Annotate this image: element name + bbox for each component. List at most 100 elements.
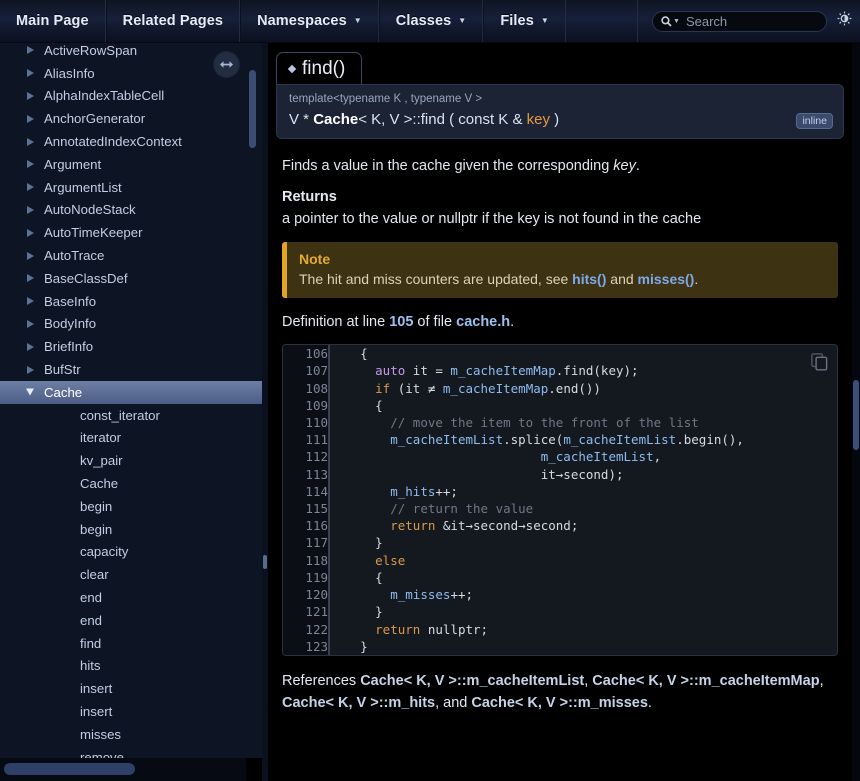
code-line-number[interactable]: 116 [283,517,330,535]
code-token[interactable]: m_cacheItemList [563,432,676,447]
sidebar-item-insert[interactable]: insert [0,677,262,700]
chevron-right-icon[interactable] [27,114,34,123]
sidebar-item-argumentlist[interactable]: ArgumentList [0,176,262,199]
nav-tab-namespaces[interactable]: Namespaces ▼ [240,0,379,42]
sidebar-item-autonodestack[interactable]: AutoNodeStack [0,199,262,222]
chevron-down-icon[interactable]: ▼ [354,17,362,25]
code-line-number[interactable]: 107 [283,362,330,380]
code-token[interactable]: m_cacheItemList [541,449,654,464]
sidebar-item-anchorgenerator[interactable]: AnchorGenerator [0,107,262,130]
chevron-right-icon[interactable] [27,69,34,78]
code-token[interactable]: m_cacheItemMap [450,363,555,378]
code-token[interactable]: m_cacheItemMap [443,381,548,396]
code-line-number[interactable]: 120 [283,586,330,604]
code-line-number[interactable]: 106 [283,345,330,363]
sidebar-item-end[interactable]: end [0,586,262,609]
sidebar-item-baseinfo[interactable]: BaseInfo [0,290,262,313]
code-line-number[interactable]: 113 [283,465,330,483]
note-link-misses[interactable]: misses() [638,271,695,287]
brightness-toggle-icon[interactable] [837,11,852,31]
sidebar-item-cache[interactable]: Cache [0,380,262,404]
chevron-right-icon[interactable] [27,297,34,306]
code-line-number[interactable]: 119 [283,568,330,587]
chevron-right-icon[interactable] [27,228,34,237]
nav-tab-main-page[interactable]: Main Page [0,0,106,42]
sidebar-item-autotrace[interactable]: AutoTrace [0,244,262,267]
chevron-right-icon[interactable] [27,46,34,55]
chevron-right-icon[interactable] [27,183,34,192]
code-line-number[interactable]: 109 [283,396,330,415]
nav-tab-related-pages[interactable]: Related Pages [105,0,241,42]
sidebar-item-annotatedindexcontext[interactable]: AnnotatedIndexContext [0,130,262,153]
reference-link[interactable]: Cache< K, V >::m_hits [282,695,435,711]
sidebar-item-find[interactable]: find [0,632,262,655]
panel-splitter-grip[interactable] [263,555,267,569]
search-dropdown-caret-icon[interactable]: ▼ [673,18,680,25]
code-line-number[interactable]: 118 [283,551,330,569]
horizontal-resize-icon[interactable] [214,52,239,77]
chevron-right-icon[interactable] [27,274,34,283]
search-box[interactable]: ▼ [652,10,827,32]
sidebar-item-begin[interactable]: begin [0,495,262,518]
chevron-down-icon[interactable]: ▼ [541,17,549,25]
chevron-right-icon[interactable] [27,91,34,100]
chevron-right-icon[interactable] [27,319,34,328]
sidebar-item-bufstr[interactable]: BufStr [0,358,262,381]
search-icon[interactable] [661,15,672,27]
chevron-right-icon[interactable] [27,137,34,146]
chevron-right-icon[interactable] [27,251,34,260]
sidebar-item-misses[interactable]: misses [0,723,262,746]
sidebar-item-baseclassdef[interactable]: BaseClassDef [0,267,262,290]
code-token: .begin(), [676,432,744,448]
chevron-down-icon[interactable]: ▼ [458,17,466,25]
member-title-tab[interactable]: find() [276,52,363,85]
sidebar-item-argument[interactable]: Argument [0,153,262,176]
sidebar-item-hits[interactable]: hits [0,655,262,678]
code-line-number[interactable]: 112 [283,448,330,466]
code-line-number[interactable]: 121 [283,603,330,621]
copy-to-clipboard-icon[interactable] [811,353,828,376]
sidebar-item-cache[interactable]: Cache [0,472,262,495]
sidebar-item-capacity[interactable]: capacity [0,541,262,564]
code-line-number[interactable]: 114 [283,482,330,501]
sidebar-item-alphaindextablecell[interactable]: AlphaIndexTableCell [0,85,262,108]
sidebar-item-end[interactable]: end [0,609,262,632]
sidebar-item-kv_pair[interactable]: kv_pair [0,449,262,472]
sidebar-horizontal-scrollbar-thumb[interactable] [4,763,135,775]
chevron-right-icon[interactable] [27,160,34,169]
chevron-down-icon[interactable] [26,388,34,396]
sidebar-item-remove[interactable]: remove [0,746,262,758]
sidebar-item-briefinfo[interactable]: BriefInfo [0,335,262,358]
sidebar-item-const_iterator[interactable]: const_iterator [0,404,262,427]
code-line-number[interactable]: 111 [283,431,330,449]
sidebar-item-bodyinfo[interactable]: BodyInfo [0,313,262,336]
reference-link[interactable]: Cache< K, V >::m_cacheItemList [360,673,584,689]
sidebar-item-insert[interactable]: insert [0,700,262,723]
signature-class-name[interactable]: Cache [313,111,358,128]
sidebar-item-begin[interactable]: begin [0,518,262,541]
chevron-right-icon[interactable] [27,365,34,374]
note-link-hits[interactable]: hits() [572,271,606,287]
search-input[interactable] [685,13,811,29]
nav-tab-classes[interactable]: Classes ▼ [378,0,484,42]
chevron-right-icon[interactable] [27,205,34,214]
sidebar-item-iterator[interactable]: iterator [0,427,262,450]
reference-link[interactable]: Cache< K, V >::m_misses [471,695,648,711]
definition-file-link[interactable]: cache.h [456,314,510,330]
code-token[interactable]: m_cacheItemList [390,432,503,447]
reference-link[interactable]: Cache< K, V >::m_cacheItemMap [592,673,819,689]
code-token[interactable]: m_hits [390,484,435,499]
page-vertical-scrollbar-thumb[interactable] [853,380,859,450]
code-line-number[interactable]: 123 [283,637,330,655]
chevron-right-icon[interactable] [27,342,34,351]
nav-tab-files[interactable]: Files ▼ [483,0,566,42]
code-line-number[interactable]: 108 [283,379,330,397]
sidebar-vertical-scrollbar-thumb[interactable] [249,70,256,148]
code-line-number[interactable]: 122 [283,620,330,638]
code-line-number[interactable]: 117 [283,534,330,552]
code-line-number[interactable]: 110 [283,414,330,432]
code-token[interactable]: m_misses [390,587,450,602]
sidebar-item-clear[interactable]: clear [0,563,262,586]
code-line-number[interactable]: 115 [283,500,330,518]
sidebar-item-autotimekeeper[interactable]: AutoTimeKeeper [0,221,262,244]
